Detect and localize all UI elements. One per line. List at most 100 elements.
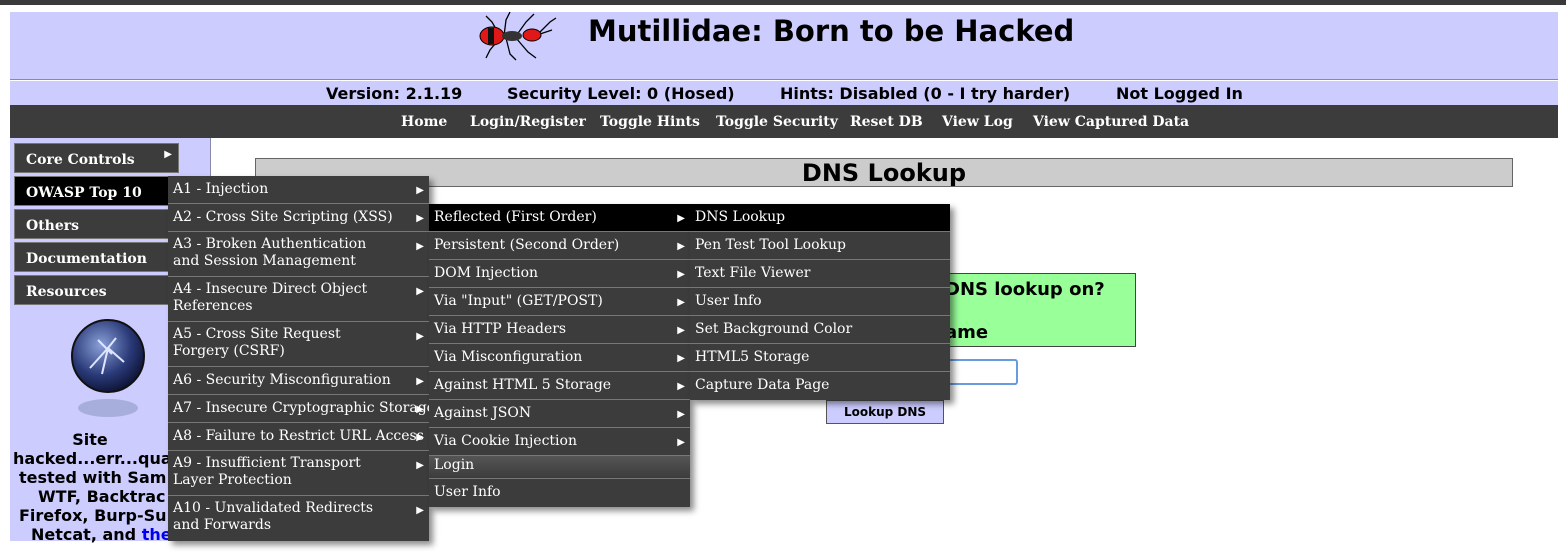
sidebar-item-label: Documentation [26, 251, 147, 267]
nav-reset-db[interactable]: Reset DB [850, 114, 923, 130]
menu-item-label: A5 - Cross Site Request Forgery (CSRF) [173, 326, 341, 359]
menu-item-text-file-viewer[interactable]: Text File Viewer [690, 260, 950, 288]
arrow-right-icon: ▶ [677, 437, 685, 448]
nav-toggle-security[interactable]: Toggle Security [716, 114, 838, 130]
sidebar-item-label: Others [26, 218, 80, 234]
menu-item-against-json[interactable]: Against JSON ▶ [429, 400, 690, 428]
arrow-right-icon: ▶ [416, 505, 424, 516]
menu-item-persistent[interactable]: Persistent (Second Order) ▶ [429, 232, 690, 260]
arrow-right-icon: ▶ [677, 353, 685, 364]
nav-login-register[interactable]: Login/Register [470, 114, 586, 130]
xss-submenu: Reflected (First Order) ▶ Persistent (Sec… [429, 204, 690, 507]
security-level-label: Security Level: 0 (Hosed) [507, 84, 735, 103]
menu-item-login[interactable]: Login [429, 456, 690, 479]
arrow-right-icon: ▶ [677, 297, 685, 308]
arrow-right-icon: ▶ [677, 325, 685, 336]
nav-toggle-hints[interactable]: Toggle Hints [600, 114, 700, 130]
hints-label: Hints: Disabled (0 - I try harder) [780, 84, 1071, 103]
sidebar-text-line: Netcat, and the [10, 525, 172, 544]
arrow-right-icon: ▶ [416, 432, 424, 443]
menu-item-label: Against HTML 5 Storage [434, 377, 612, 393]
menu-item-label: DOM Injection [434, 265, 539, 281]
arrow-right-icon: ▶ [416, 241, 424, 252]
menu-item-label: A1 - Injection [173, 181, 269, 197]
menu-item-set-background-color[interactable]: Set Background Color [690, 316, 950, 344]
menu-item-a9-transport[interactable]: A9 - Insufficient Transport Layer Protec… [168, 451, 429, 496]
sidebar-item-label: Core Controls [26, 152, 135, 168]
arrow-right-icon: ▶ [416, 460, 424, 471]
menu-item-user-info[interactable]: User Info [690, 288, 950, 316]
arrow-right-icon: ▶ [416, 185, 424, 196]
sidebar-text-line: WTF, Backtrac [38, 487, 166, 506]
arrow-right-icon: ▶ [416, 376, 424, 387]
menu-item-label: Against JSON [434, 405, 532, 421]
menu-item-label: A4 - Insecure Direct Object References [173, 281, 368, 314]
sidebar-text-line: tested with Sam [19, 468, 167, 487]
menu-item-a6-misconfig[interactable]: A6 - Security Misconfiguration ▶ [168, 367, 429, 395]
menu-item-a2-xss[interactable]: A2 - Cross Site Scripting (XSS) ▶ [168, 204, 429, 232]
menu-item-label: User Info [434, 484, 501, 500]
nav-view-captured-data[interactable]: View Captured Data [1033, 114, 1189, 130]
sidebar-item-label: OWASP Top 10 [26, 185, 142, 201]
arrow-right-icon: ▶ [677, 213, 685, 224]
menu-item-capture-data-page[interactable]: Capture Data Page [690, 372, 950, 400]
menu-item-via-http-headers[interactable]: Via HTTP Headers ▶ [429, 316, 690, 344]
arrow-right-icon: ▶ [164, 149, 172, 160]
menu-item-via-misconfiguration[interactable]: Via Misconfiguration ▶ [429, 344, 690, 372]
menu-item-label: Login [434, 457, 475, 473]
sidebar-text-line: Firefox, Burp-Su [19, 506, 167, 525]
reflected-submenu: DNS Lookup Pen Test Tool Lookup Text Fil… [690, 204, 950, 400]
menu-item-a3-broken-auth[interactable]: A3 - Broken Authentication and Session M… [168, 232, 429, 277]
menu-item-against-html5-storage[interactable]: Against HTML 5 Storage ▶ [429, 372, 690, 400]
menu-item-label: Via Cookie Injection [434, 433, 577, 449]
login-status-label: Not Logged In [1116, 84, 1243, 103]
menu-item-label: Via HTTP Headers [434, 321, 567, 337]
menu-item-pen-test-tool-lookup[interactable]: Pen Test Tool Lookup [690, 232, 950, 260]
owasp-wasp-icon[interactable] [68, 318, 148, 418]
sidebar-item-label: Resources [26, 284, 107, 300]
menu-item-a4-idor[interactable]: A4 - Insecure Direct Object References ▶ [168, 277, 429, 322]
sidebar-item-documentation[interactable]: Documentation [14, 242, 179, 272]
menu-item-dns-lookup[interactable]: DNS Lookup [690, 204, 950, 232]
menu-item-label: A9 - Insufficient Transport Layer Protec… [173, 455, 361, 488]
menu-item-label: A7 - Insecure Cryptographic Storage [173, 400, 435, 416]
site-title: Mutillidae: Born to be Hacked [588, 14, 1075, 48]
hostname-input[interactable] [940, 359, 1018, 385]
menu-item-user-info[interactable]: User Info [429, 479, 690, 507]
menu-item-a1-injection[interactable]: A1 - Injection ▶ [168, 176, 429, 204]
sidebar-text-line: hacked...err...qua [13, 449, 172, 468]
prompt-line-2: ame [945, 322, 989, 343]
sidebar-item-resources[interactable]: Resources [14, 275, 179, 305]
menu-item-html5-storage[interactable]: HTML5 Storage [690, 344, 950, 372]
menu-item-label: Via Misconfiguration [434, 349, 583, 365]
sidebar-item-core-controls[interactable]: Core Controls ▶ [14, 143, 179, 173]
menu-item-a8-url-access[interactable]: A8 - Failure to Restrict URL Access ▶ [168, 423, 429, 451]
sidebar-text-fragment: Netcat, and [31, 525, 142, 544]
menu-item-a7-crypto-storage[interactable]: A7 - Insecure Cryptographic Storage ▶ [168, 395, 435, 423]
menu-item-label: A10 - Unvalidated Redirects and Forwards [173, 500, 374, 533]
menu-item-label: Via "Input" (GET/POST) [434, 293, 603, 309]
sidebar-item-owasp-top-10[interactable]: OWASP Top 10 [14, 176, 179, 206]
dns-prompt-box: DNS lookup on? ame [930, 273, 1136, 347]
sidebar-text-line: Site [72, 430, 108, 449]
owasp-top10-menu: A1 - Injection ▶ A2 - Cross Site Scriptin… [168, 176, 435, 541]
menu-item-reflected[interactable]: Reflected (First Order) ▶ [429, 204, 690, 232]
prompt-line-1: DNS lookup on? [945, 279, 1105, 300]
menu-item-via-input[interactable]: Via "Input" (GET/POST) ▶ [429, 288, 690, 316]
arrow-right-icon: ▶ [416, 213, 424, 224]
arrow-right-icon: ▶ [677, 241, 685, 252]
sidebar-item-others[interactable]: Others [14, 209, 179, 239]
nav-view-log[interactable]: View Log [942, 114, 1013, 130]
arrow-right-icon: ▶ [416, 331, 424, 342]
arrow-right-icon: ▶ [677, 409, 685, 420]
lookup-dns-button[interactable]: Lookup DNS [826, 400, 944, 424]
menu-item-a5-csrf[interactable]: A5 - Cross Site Request Forgery (CSRF) ▶ [168, 322, 429, 367]
arrow-right-icon: ▶ [677, 381, 685, 392]
menu-item-label: A8 - Failure to Restrict URL Access [173, 428, 424, 444]
menu-item-via-cookie-injection[interactable]: Via Cookie Injection ▶ [429, 428, 690, 456]
menu-item-dom-injection[interactable]: DOM Injection ▶ [429, 260, 690, 288]
nav-home[interactable]: Home [401, 114, 447, 130]
menu-item-label: A2 - Cross Site Scripting (XSS) [173, 209, 393, 225]
menu-item-a10-redirects[interactable]: A10 - Unvalidated Redirects and Forwards… [168, 496, 429, 541]
browser-top-edge [0, 0, 1566, 5]
